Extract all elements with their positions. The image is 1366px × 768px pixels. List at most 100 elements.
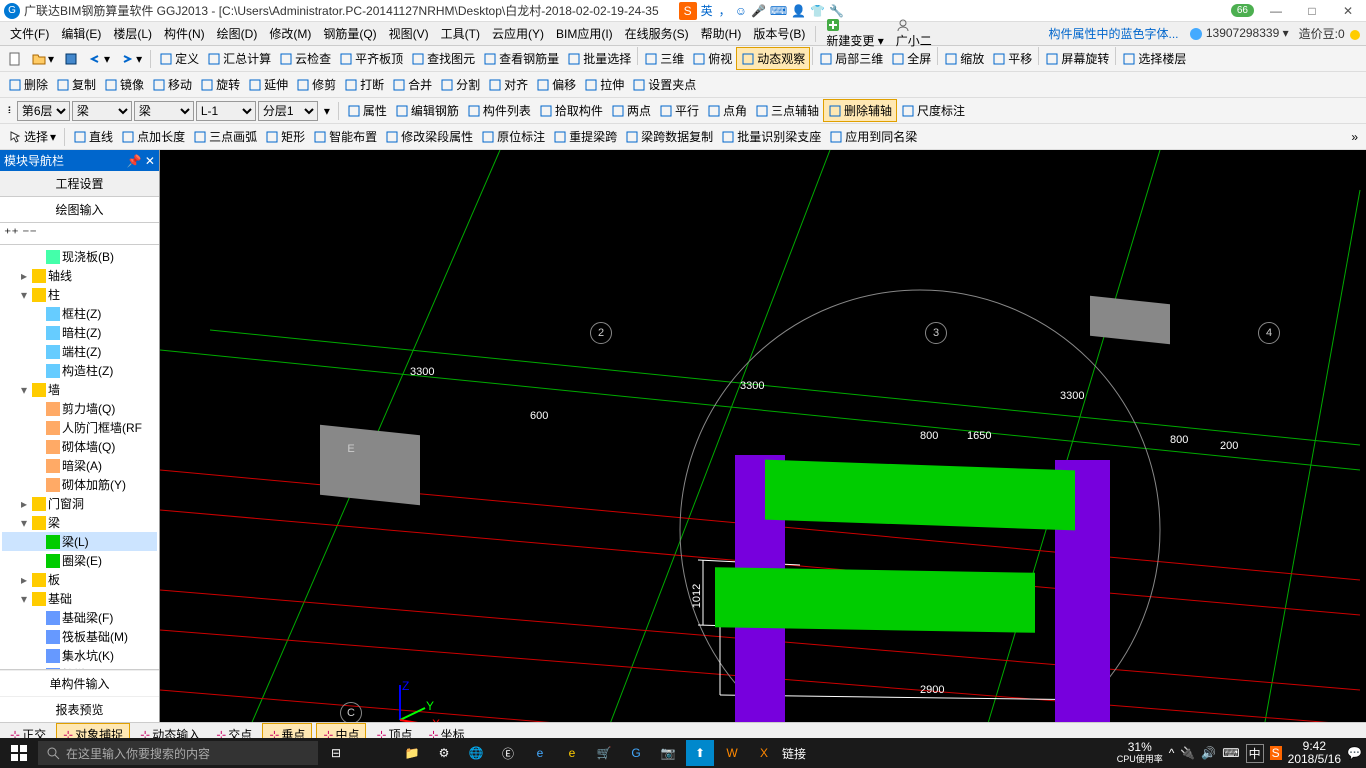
sidebar-pin-icon[interactable]: 📌 ✕: [127, 154, 155, 168]
toolbar-button[interactable]: 删除辅轴: [823, 99, 897, 122]
toolbar-button[interactable]: 原位标注: [477, 126, 549, 147]
menu-item[interactable]: BIM应用(I): [550, 23, 619, 44]
tree-item[interactable]: 砌体墙(Q): [2, 437, 157, 456]
tree-item[interactable]: 梁(L): [2, 532, 157, 551]
toolbar-button[interactable]: 动态观察: [736, 47, 810, 70]
dropdown-indicator[interactable]: ፧: [4, 101, 15, 120]
menu-item[interactable]: 在线服务(S): [619, 23, 695, 44]
collapse-icon[interactable]: ⁻⁻: [22, 225, 37, 241]
menu-item[interactable]: 钢筋量(Q): [317, 23, 382, 44]
toolbar-button[interactable]: 复制: [52, 74, 100, 95]
drawing-canvas[interactable]: 234EC 3300330033006008001650800200101229…: [160, 150, 1366, 722]
tree-item[interactable]: 端柱(Z): [2, 342, 157, 361]
toolbar-button[interactable]: 删除: [4, 74, 52, 95]
single-component-input[interactable]: 单构件输入: [0, 670, 159, 696]
menu-item[interactable]: 编辑(E): [55, 23, 107, 44]
menu-item[interactable]: 楼层(L): [107, 23, 158, 44]
toolbar-button[interactable]: 两点: [607, 99, 655, 122]
tree-toggle[interactable]: ▸: [18, 497, 30, 511]
toolbar-button[interactable]: 构件列表: [463, 99, 535, 122]
toolbar-button[interactable]: 点角: [703, 99, 751, 122]
menu-item[interactable]: 文件(F): [4, 23, 55, 44]
taskbar-app[interactable]: W: [718, 740, 746, 766]
toolbar-button[interactable]: 直线: [69, 126, 117, 147]
tree-item[interactable]: 构造柱(Z): [2, 361, 157, 380]
toolbar-button[interactable]: 合并: [388, 74, 436, 95]
taskbar-app[interactable]: 🛒: [590, 740, 618, 766]
toolbar-button[interactable]: 点加长度: [117, 126, 189, 147]
sogou-ime-icon[interactable]: S: [679, 2, 697, 20]
tray-date[interactable]: 2018/5/16: [1288, 753, 1341, 766]
tree-toggle[interactable]: ▾: [18, 592, 30, 606]
tree-item[interactable]: ▾墙: [2, 380, 157, 399]
tree-item[interactable]: 暗梁(A): [2, 456, 157, 475]
toolbar-button[interactable]: 智能布置: [309, 126, 381, 147]
toolbar-button[interactable]: 三点画弧: [189, 126, 261, 147]
tree-item[interactable]: 筏板基础(M): [2, 627, 157, 646]
tree-item[interactable]: ▾基础: [2, 589, 157, 608]
span-config-button[interactable]: ▾: [320, 102, 334, 120]
taskbar-app[interactable]: e: [526, 740, 554, 766]
toolbar-button[interactable]: 三点辅轴: [751, 99, 823, 122]
toolbar-button[interactable]: 俯视: [688, 47, 736, 70]
toolbar-button[interactable]: 定义: [155, 47, 203, 70]
tree-item[interactable]: 集水坑(K): [2, 646, 157, 665]
ime-lang[interactable]: 英: [701, 2, 713, 19]
tree-item[interactable]: ▸门窗洞: [2, 494, 157, 513]
beam-element[interactable]: [765, 460, 1075, 531]
system-tray[interactable]: 31% CPU使用率 ^ 🔌 🔊 ⌨ 中 S 9:42 2018/5/16 💬: [1117, 740, 1362, 766]
component-tree[interactable]: 现浇板(B)▸轴线▾柱框柱(Z)暗柱(Z)端柱(Z)构造柱(Z)▾墙剪力墙(Q)…: [0, 245, 159, 669]
beam-element[interactable]: [715, 567, 1035, 633]
toolbar-button[interactable]: 拉伸: [580, 74, 628, 95]
select-tool[interactable]: 选择 ▾: [4, 126, 60, 147]
account-number[interactable]: 13907298339 ▾: [1189, 26, 1289, 41]
tree-toggle[interactable]: ▾: [18, 516, 30, 530]
toolbar-button[interactable]: 查找图元: [407, 47, 479, 70]
menu-item[interactable]: 工具(T): [435, 23, 486, 44]
tray-up-icon[interactable]: ^: [1169, 746, 1175, 760]
toolbar-button[interactable]: 延伸: [244, 74, 292, 95]
menu-item[interactable]: 云应用(Y): [486, 23, 550, 44]
tray-keyboard-icon[interactable]: ⌨: [1222, 746, 1239, 760]
taskbar-app[interactable]: ⚙: [430, 740, 458, 766]
taskbar-app[interactable]: 📁: [398, 740, 426, 766]
span-select[interactable]: 分层1: [258, 101, 318, 121]
sidebar-tab-project[interactable]: 工程设置: [0, 171, 159, 197]
expand-icon[interactable]: ⁺⁺: [4, 225, 19, 241]
toolbar-button[interactable]: 批量识别梁支座: [717, 126, 825, 147]
menu-item[interactable]: 绘图(D): [211, 23, 264, 44]
toolbar-button[interactable]: 缩放: [940, 47, 988, 70]
toolbar-button[interactable]: 移动: [148, 74, 196, 95]
toolbar-button[interactable]: 矩形: [261, 126, 309, 147]
notification-badge[interactable]: 66: [1231, 4, 1254, 17]
tree-item[interactable]: 砌体加筋(Y): [2, 475, 157, 494]
tree-item[interactable]: 暗柱(Z): [2, 323, 157, 342]
menu-item[interactable]: 版本号(B): [747, 23, 811, 44]
toolbar-button[interactable]: 查看钢筋量: [479, 47, 563, 70]
taskbar-app[interactable]: 📷: [654, 740, 682, 766]
taskbar-app[interactable]: G: [622, 740, 650, 766]
toolbar-button[interactable]: 汇总计算: [203, 47, 275, 70]
menu-item[interactable]: 修改(M): [263, 23, 317, 44]
tree-item[interactable]: ▾梁: [2, 513, 157, 532]
task-view-icon[interactable]: ⊟: [322, 740, 350, 766]
menu-item[interactable]: 构件(N): [158, 23, 211, 44]
new-change-button[interactable]: 新建变更 ▾: [820, 16, 889, 51]
floor-select[interactable]: 第6层: [17, 101, 70, 121]
category1-select[interactable]: 梁: [72, 101, 132, 121]
tray-network-icon[interactable]: 🔌: [1180, 746, 1195, 760]
toolbar-button[interactable]: 分割: [436, 74, 484, 95]
taskbar-app[interactable]: X: [750, 740, 778, 766]
taskbar-search[interactable]: 在这里输入你要搜索的内容: [38, 741, 318, 765]
taskbar-app[interactable]: e: [558, 740, 586, 766]
new-file-button[interactable]: [4, 50, 26, 68]
component-select[interactable]: L-1: [196, 101, 256, 121]
toolbar-button[interactable]: 平移: [988, 47, 1036, 70]
tree-item[interactable]: 基础梁(F): [2, 608, 157, 627]
tree-item[interactable]: 人防门框墙(RF: [2, 418, 157, 437]
property-hint[interactable]: 构件属性中的蓝色字体...: [1048, 25, 1178, 42]
toolbar-button[interactable]: 属性: [343, 99, 391, 122]
toolbar-button[interactable]: 批量选择: [563, 47, 635, 70]
category2-select[interactable]: 梁: [134, 101, 194, 121]
report-preview[interactable]: 报表预览: [0, 696, 159, 722]
